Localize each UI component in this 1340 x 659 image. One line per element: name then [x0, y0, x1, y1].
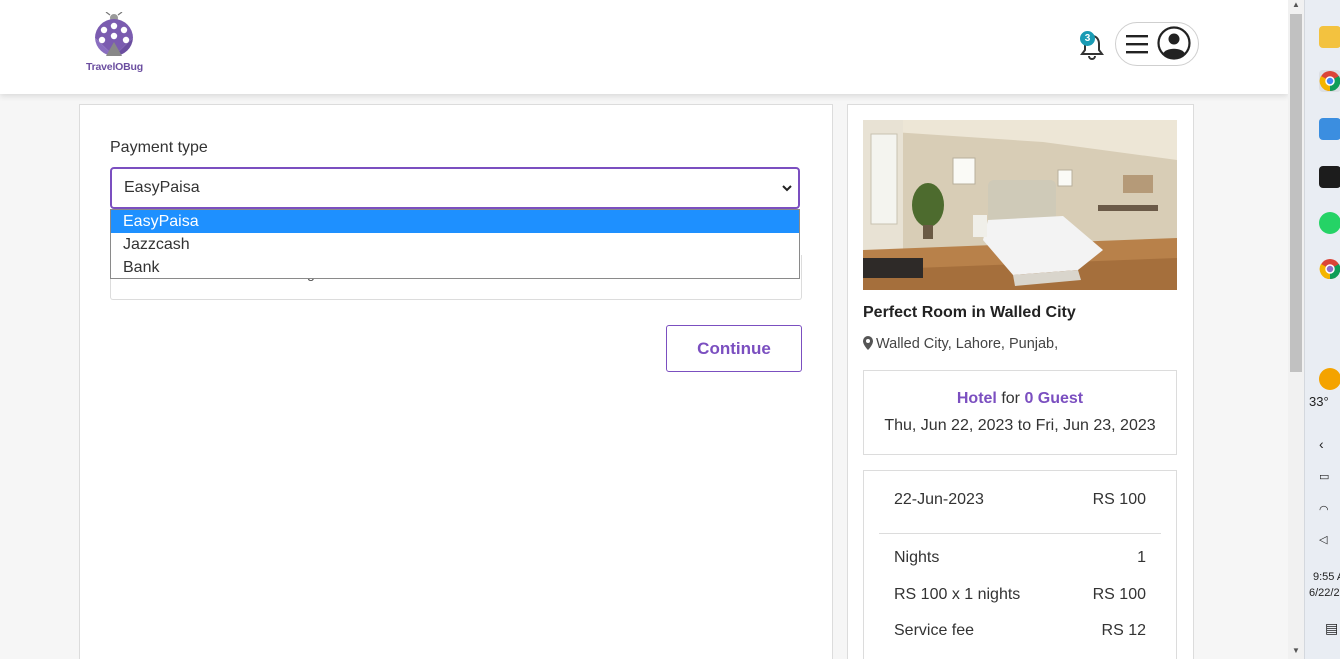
divider	[879, 533, 1161, 534]
price-breakdown: 22-Jun-2023 RS 100 Nights 1 RS 100 x 1 n…	[863, 470, 1177, 659]
stay-dates: Thu, Jun 22, 2023 to Fri, Jun 23, 2023	[884, 417, 1156, 434]
scrollbar-thumb[interactable]	[1290, 14, 1302, 372]
room-location: Walled City, Lahore, Punjab,	[863, 336, 1058, 352]
battery-icon[interactable]: ▭	[1319, 470, 1329, 483]
header: TravelOBug 3	[0, 0, 1288, 94]
logo-text: TravelOBug	[86, 61, 143, 73]
chrome-icon	[1319, 71, 1340, 92]
notifications-button[interactable]: 3	[1078, 30, 1106, 60]
booking-summary-card: Perfect Room in Walled City Walled City,…	[847, 104, 1194, 659]
wifi-icon[interactable]: ◠	[1319, 503, 1329, 516]
price-row-label: 22-Jun-2023	[894, 491, 984, 508]
file-explorer-icon[interactable]	[1319, 26, 1340, 48]
room-location-text: Walled City, Lahore, Punjab,	[876, 336, 1059, 352]
chrome-icon[interactable]	[1319, 258, 1340, 280]
chevron-down-icon	[782, 185, 792, 192]
continue-button[interactable]: Continue	[666, 325, 802, 372]
clock-time[interactable]: 9:55 A	[1313, 571, 1340, 583]
user-menu-button[interactable]	[1115, 22, 1199, 66]
price-row-value: 1	[1137, 549, 1146, 566]
price-row-label: RS 100 x 1 nights	[894, 586, 1021, 603]
stay-type: Hotel	[956, 390, 997, 407]
volume-icon[interactable]: ◁	[1319, 533, 1327, 546]
chrome-active-icon[interactable]	[1319, 70, 1340, 92]
price-row-value: RS 100	[1092, 586, 1146, 603]
room-title: Perfect Room in Walled City	[863, 304, 1076, 321]
payment-card: Payment type g EasyPaisa EasyPaisa Jazzc…	[79, 104, 833, 659]
stay-for-text: for	[1001, 390, 1020, 407]
price-row-value: RS 100	[1092, 491, 1146, 508]
clock-date[interactable]: 6/22/2	[1309, 587, 1340, 599]
price-row-value: RS 12	[1101, 622, 1146, 639]
price-row: 22-Jun-2023 RS 100	[894, 491, 1146, 509]
logo[interactable]: TravelOBug	[86, 12, 146, 76]
weather-temp: 33°	[1309, 394, 1329, 409]
price-row-label: Service fee	[894, 622, 975, 639]
photos-icon[interactable]	[1319, 118, 1340, 140]
guest-count: 0 Guest	[1024, 390, 1084, 407]
price-row-label: Nights	[894, 549, 940, 566]
payment-type-dropdown: EasyPaisa Jazzcash Bank	[110, 209, 800, 279]
bedroom-image	[863, 120, 1177, 290]
page: TravelOBug 3 Payment type g	[0, 0, 1288, 659]
payment-type-label: Payment type	[110, 139, 208, 156]
windows-taskbar: 33° ‹ ▭ ◠ ◁ 9:55 A 6/22/2 ▤	[1304, 0, 1340, 659]
price-row: Nights 1	[894, 549, 1146, 567]
whatsapp-icon[interactable]	[1319, 212, 1340, 234]
ladybug-logo-icon	[95, 12, 133, 57]
option-bank[interactable]: Bank	[111, 256, 799, 279]
stay-details: Hotel for 0 Guest Thu, Jun 22, 2023 to F…	[863, 370, 1177, 455]
price-row: RS 100 x 1 nights RS 100	[894, 586, 1146, 604]
stay-type-line: Hotel for 0 Guest	[864, 390, 1176, 408]
room-photo	[863, 120, 1177, 290]
terminal-icon[interactable]	[1319, 166, 1340, 188]
map-pin-icon	[863, 336, 873, 350]
notification-badge: 3	[1080, 31, 1095, 46]
option-jazzcash[interactable]: Jazzcash	[111, 233, 799, 256]
scroll-down-arrow-icon[interactable]: ▼	[1291, 646, 1301, 655]
payment-type-selected-value: EasyPaisa	[124, 179, 200, 196]
user-avatar-icon	[1157, 26, 1191, 60]
price-row: Service fee RS 12	[894, 622, 1146, 640]
option-easypaisa[interactable]: EasyPaisa	[111, 210, 799, 233]
scroll-up-arrow-icon[interactable]: ▲	[1291, 0, 1301, 9]
chrome-secondary-icon	[1319, 259, 1340, 280]
weather-icon[interactable]	[1319, 368, 1340, 390]
payment-type-select[interactable]: EasyPaisa	[110, 167, 800, 209]
hamburger-icon	[1126, 35, 1148, 54]
chevron-left-icon[interactable]: ‹	[1319, 436, 1324, 452]
notification-center-icon[interactable]: ▤	[1325, 620, 1338, 637]
